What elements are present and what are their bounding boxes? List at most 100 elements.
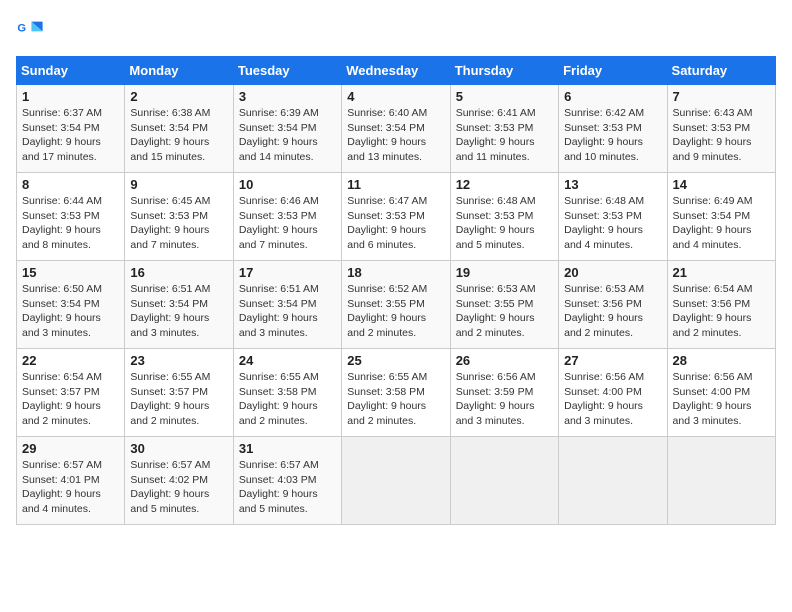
table-row: 2 Sunrise: 6:38 AM Sunset: 3:54 PM Dayli… — [125, 85, 233, 173]
table-row: 13 Sunrise: 6:48 AM Sunset: 3:53 PM Dayl… — [559, 173, 667, 261]
day-number: 28 — [673, 353, 770, 368]
day-info: Sunrise: 6:50 AM Sunset: 3:54 PM Dayligh… — [22, 282, 119, 341]
table-row: 9 Sunrise: 6:45 AM Sunset: 3:53 PM Dayli… — [125, 173, 233, 261]
day-number: 13 — [564, 177, 661, 192]
day-number: 24 — [239, 353, 336, 368]
day-info: Sunrise: 6:38 AM Sunset: 3:54 PM Dayligh… — [130, 106, 227, 165]
day-info: Sunrise: 6:44 AM Sunset: 3:53 PM Dayligh… — [22, 194, 119, 253]
table-row: 30 Sunrise: 6:57 AM Sunset: 4:02 PM Dayl… — [125, 437, 233, 525]
day-info: Sunrise: 6:40 AM Sunset: 3:54 PM Dayligh… — [347, 106, 444, 165]
day-number: 19 — [456, 265, 553, 280]
header-saturday: Saturday — [667, 57, 775, 85]
table-row: 19 Sunrise: 6:53 AM Sunset: 3:55 PM Dayl… — [450, 261, 558, 349]
day-info: Sunrise: 6:48 AM Sunset: 3:53 PM Dayligh… — [564, 194, 661, 253]
header-wednesday: Wednesday — [342, 57, 450, 85]
day-info: Sunrise: 6:51 AM Sunset: 3:54 PM Dayligh… — [130, 282, 227, 341]
day-number: 12 — [456, 177, 553, 192]
header-tuesday: Tuesday — [233, 57, 341, 85]
table-row: 29 Sunrise: 6:57 AM Sunset: 4:01 PM Dayl… — [17, 437, 125, 525]
day-number: 15 — [22, 265, 119, 280]
day-info: Sunrise: 6:54 AM Sunset: 3:57 PM Dayligh… — [22, 370, 119, 429]
day-number: 10 — [239, 177, 336, 192]
svg-text:G: G — [17, 22, 26, 34]
day-info: Sunrise: 6:57 AM Sunset: 4:02 PM Dayligh… — [130, 458, 227, 517]
day-number: 23 — [130, 353, 227, 368]
day-info: Sunrise: 6:56 AM Sunset: 3:59 PM Dayligh… — [456, 370, 553, 429]
day-number: 3 — [239, 89, 336, 104]
calendar-week-row: 8 Sunrise: 6:44 AM Sunset: 3:53 PM Dayli… — [17, 173, 776, 261]
table-row: 6 Sunrise: 6:42 AM Sunset: 3:53 PM Dayli… — [559, 85, 667, 173]
calendar-week-row: 15 Sunrise: 6:50 AM Sunset: 3:54 PM Dayl… — [17, 261, 776, 349]
day-info: Sunrise: 6:39 AM Sunset: 3:54 PM Dayligh… — [239, 106, 336, 165]
table-row: 17 Sunrise: 6:51 AM Sunset: 3:54 PM Dayl… — [233, 261, 341, 349]
day-number: 7 — [673, 89, 770, 104]
day-number: 5 — [456, 89, 553, 104]
day-info: Sunrise: 6:57 AM Sunset: 4:01 PM Dayligh… — [22, 458, 119, 517]
table-row: 21 Sunrise: 6:54 AM Sunset: 3:56 PM Dayl… — [667, 261, 775, 349]
day-info: Sunrise: 6:49 AM Sunset: 3:54 PM Dayligh… — [673, 194, 770, 253]
table-row: 18 Sunrise: 6:52 AM Sunset: 3:55 PM Dayl… — [342, 261, 450, 349]
table-row — [450, 437, 558, 525]
table-row — [667, 437, 775, 525]
calendar-week-row: 1 Sunrise: 6:37 AM Sunset: 3:54 PM Dayli… — [17, 85, 776, 173]
table-row: 10 Sunrise: 6:46 AM Sunset: 3:53 PM Dayl… — [233, 173, 341, 261]
day-number: 18 — [347, 265, 444, 280]
day-info: Sunrise: 6:55 AM Sunset: 3:58 PM Dayligh… — [347, 370, 444, 429]
day-number: 1 — [22, 89, 119, 104]
day-number: 9 — [130, 177, 227, 192]
table-row: 16 Sunrise: 6:51 AM Sunset: 3:54 PM Dayl… — [125, 261, 233, 349]
table-row — [342, 437, 450, 525]
day-info: Sunrise: 6:51 AM Sunset: 3:54 PM Dayligh… — [239, 282, 336, 341]
day-info: Sunrise: 6:45 AM Sunset: 3:53 PM Dayligh… — [130, 194, 227, 253]
table-row: 14 Sunrise: 6:49 AM Sunset: 3:54 PM Dayl… — [667, 173, 775, 261]
header-monday: Monday — [125, 57, 233, 85]
day-info: Sunrise: 6:41 AM Sunset: 3:53 PM Dayligh… — [456, 106, 553, 165]
day-number: 14 — [673, 177, 770, 192]
day-info: Sunrise: 6:53 AM Sunset: 3:56 PM Dayligh… — [564, 282, 661, 341]
day-number: 4 — [347, 89, 444, 104]
table-row: 31 Sunrise: 6:57 AM Sunset: 4:03 PM Dayl… — [233, 437, 341, 525]
table-row: 23 Sunrise: 6:55 AM Sunset: 3:57 PM Dayl… — [125, 349, 233, 437]
day-number: 30 — [130, 441, 227, 456]
day-info: Sunrise: 6:56 AM Sunset: 4:00 PM Dayligh… — [673, 370, 770, 429]
calendar-table: Sunday Monday Tuesday Wednesday Thursday… — [16, 56, 776, 525]
day-number: 27 — [564, 353, 661, 368]
table-row: 24 Sunrise: 6:55 AM Sunset: 3:58 PM Dayl… — [233, 349, 341, 437]
table-row: 8 Sunrise: 6:44 AM Sunset: 3:53 PM Dayli… — [17, 173, 125, 261]
day-info: Sunrise: 6:57 AM Sunset: 4:03 PM Dayligh… — [239, 458, 336, 517]
table-row: 26 Sunrise: 6:56 AM Sunset: 3:59 PM Dayl… — [450, 349, 558, 437]
logo: G — [16, 16, 48, 44]
table-row: 3 Sunrise: 6:39 AM Sunset: 3:54 PM Dayli… — [233, 85, 341, 173]
header-sunday: Sunday — [17, 57, 125, 85]
calendar-body: 1 Sunrise: 6:37 AM Sunset: 3:54 PM Dayli… — [17, 85, 776, 525]
day-info: Sunrise: 6:48 AM Sunset: 3:53 PM Dayligh… — [456, 194, 553, 253]
day-info: Sunrise: 6:42 AM Sunset: 3:53 PM Dayligh… — [564, 106, 661, 165]
table-row: 5 Sunrise: 6:41 AM Sunset: 3:53 PM Dayli… — [450, 85, 558, 173]
calendar-week-row: 29 Sunrise: 6:57 AM Sunset: 4:01 PM Dayl… — [17, 437, 776, 525]
day-info: Sunrise: 6:55 AM Sunset: 3:58 PM Dayligh… — [239, 370, 336, 429]
day-info: Sunrise: 6:54 AM Sunset: 3:56 PM Dayligh… — [673, 282, 770, 341]
day-info: Sunrise: 6:53 AM Sunset: 3:55 PM Dayligh… — [456, 282, 553, 341]
day-number: 11 — [347, 177, 444, 192]
table-row: 28 Sunrise: 6:56 AM Sunset: 4:00 PM Dayl… — [667, 349, 775, 437]
day-info: Sunrise: 6:43 AM Sunset: 3:53 PM Dayligh… — [673, 106, 770, 165]
header-thursday: Thursday — [450, 57, 558, 85]
table-row: 22 Sunrise: 6:54 AM Sunset: 3:57 PM Dayl… — [17, 349, 125, 437]
day-info: Sunrise: 6:56 AM Sunset: 4:00 PM Dayligh… — [564, 370, 661, 429]
table-row — [559, 437, 667, 525]
header-friday: Friday — [559, 57, 667, 85]
table-row: 20 Sunrise: 6:53 AM Sunset: 3:56 PM Dayl… — [559, 261, 667, 349]
day-number: 8 — [22, 177, 119, 192]
page-header: G — [16, 16, 776, 44]
day-number: 21 — [673, 265, 770, 280]
table-row: 4 Sunrise: 6:40 AM Sunset: 3:54 PM Dayli… — [342, 85, 450, 173]
calendar-week-row: 22 Sunrise: 6:54 AM Sunset: 3:57 PM Dayl… — [17, 349, 776, 437]
day-info: Sunrise: 6:46 AM Sunset: 3:53 PM Dayligh… — [239, 194, 336, 253]
day-number: 20 — [564, 265, 661, 280]
day-number: 25 — [347, 353, 444, 368]
day-info: Sunrise: 6:37 AM Sunset: 3:54 PM Dayligh… — [22, 106, 119, 165]
day-number: 2 — [130, 89, 227, 104]
table-row: 7 Sunrise: 6:43 AM Sunset: 3:53 PM Dayli… — [667, 85, 775, 173]
day-number: 29 — [22, 441, 119, 456]
logo-icon: G — [16, 16, 44, 44]
